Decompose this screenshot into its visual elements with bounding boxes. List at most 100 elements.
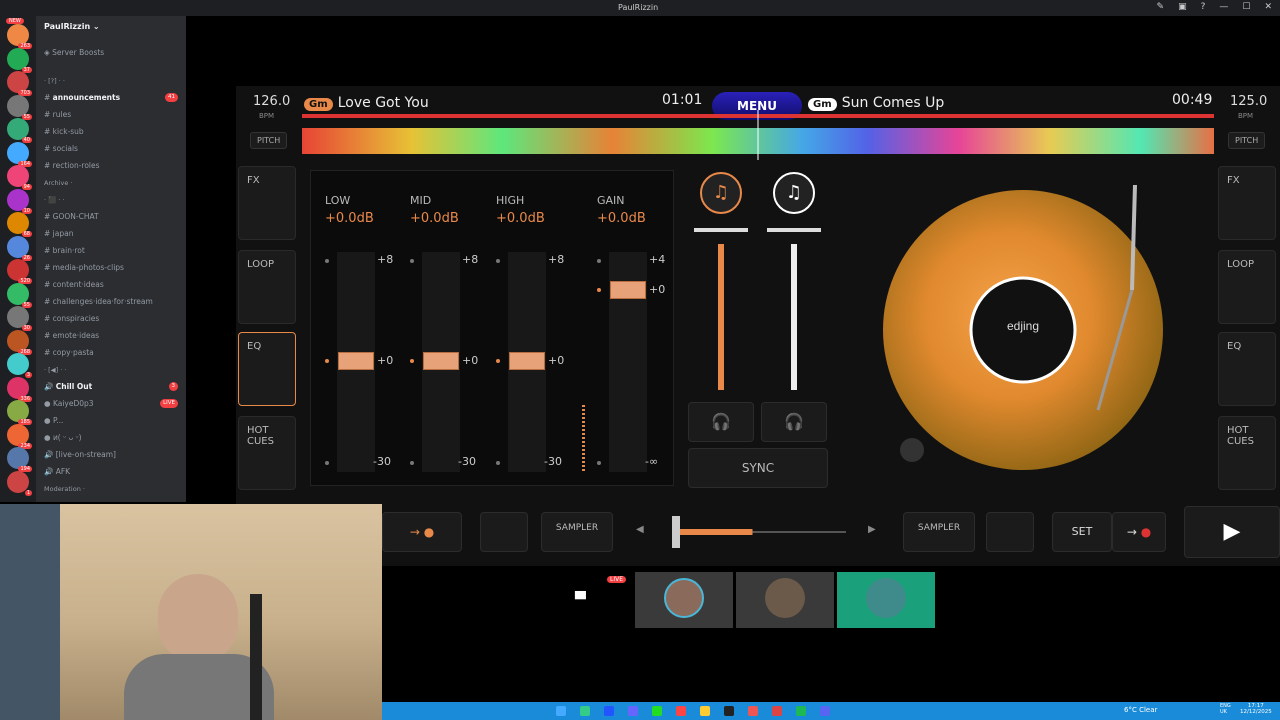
channel-item[interactable]: # socials [44, 142, 78, 156]
right-deck-music-icon[interactable]: ♫ [773, 172, 815, 214]
channel-item[interactable]: # kick-sub [44, 125, 84, 139]
eq-gain-knob[interactable] [610, 281, 646, 299]
server-icon[interactable]: 336 [7, 376, 32, 402]
server-icon[interactable]: 520 [7, 259, 32, 284]
channel-item[interactable]: # japan [44, 227, 73, 241]
right-blank-pad[interactable] [986, 512, 1034, 552]
turntable[interactable]: edjing [880, 170, 1180, 470]
left-fx-button[interactable]: FX [238, 166, 296, 240]
channel-item[interactable]: 🔊 Chill Out [44, 380, 92, 394]
play-button[interactable]: ▶ [1184, 506, 1280, 558]
server-icon[interactable]: 26 [7, 235, 32, 261]
server-icon[interactable]: 40 [7, 118, 32, 143]
left-hot-cues-button[interactable]: HOT CUES [238, 416, 296, 490]
weather[interactable]: 6°C Clear [1124, 706, 1157, 714]
app-icon[interactable] [652, 706, 662, 716]
voice-user[interactable]: ● P... [44, 414, 63, 428]
channel-item[interactable]: # content·ideas [44, 278, 104, 292]
pin-icon[interactable]: ✎ [1157, 2, 1165, 12]
server-boosts[interactable]: ◈ Server Boosts [44, 46, 104, 60]
right-eq-button[interactable]: EQ [1218, 332, 1276, 406]
crossfader[interactable] [666, 512, 856, 552]
server-icon[interactable]: 30 [7, 306, 32, 331]
server-icon[interactable]: 1 [7, 470, 32, 496]
left-pitch-button[interactable]: PITCH [250, 132, 288, 149]
channel-item[interactable]: # conspiracies [44, 312, 99, 326]
participant-tile-3[interactable] [837, 572, 935, 628]
channel-category[interactable]: · [?] · · [44, 74, 65, 88]
voice-user[interactable]: ● ᴎ( ᵕ ᴗ ᵕ) [44, 431, 82, 445]
screen-share-tile[interactable]: ▀ LIVE [533, 572, 631, 628]
minimize-button[interactable]: — [1219, 2, 1228, 12]
folder-icon[interactable] [700, 706, 710, 716]
left-blank-pad[interactable] [480, 512, 528, 552]
app-icon[interactable] [724, 706, 734, 716]
server-icon[interactable]: 68 [7, 212, 32, 237]
server-icon[interactable]: 703 [7, 71, 32, 96]
crossfader-right-arrow-icon[interactable]: ▶ [868, 524, 876, 535]
eq-high-knob[interactable] [509, 352, 545, 370]
edge-icon[interactable] [580, 706, 590, 716]
inbox-icon[interactable]: ▣ [1178, 2, 1187, 12]
right-pitch-button[interactable]: PITCH [1228, 132, 1266, 149]
set-button[interactable]: SET [1052, 512, 1112, 552]
channel-category[interactable]: Moderation · [44, 482, 85, 496]
right-hotcue-arrow-button[interactable]: → ● [1112, 512, 1166, 552]
right-sampler-button[interactable]: SAMPLER [903, 512, 975, 552]
guild-name[interactable]: PaulRizzin ⌄ [44, 22, 100, 31]
left-volume-handle[interactable] [694, 228, 748, 232]
crossfader-left-arrow-icon[interactable]: ◀ [636, 524, 644, 535]
maximize-button[interactable]: ☐ [1242, 2, 1250, 12]
server-icon[interactable]: 94 [7, 165, 32, 190]
channel-item[interactable]: # challenges·idea·for·stream [44, 295, 153, 309]
channel-item[interactable]: # emote·ideas [44, 329, 99, 343]
chrome-icon[interactable] [676, 706, 686, 716]
steam-icon[interactable] [604, 706, 614, 716]
right-fx-button[interactable]: FX [1218, 166, 1276, 240]
channel-item[interactable]: # rules [44, 108, 71, 122]
right-loop-button[interactable]: LOOP [1218, 250, 1276, 324]
server-icon[interactable]: 194 [7, 447, 32, 472]
server-icon[interactable]: 55 [7, 94, 32, 120]
channel-item[interactable]: # GOON-CHAT [44, 210, 99, 224]
left-loop-button[interactable]: LOOP [238, 250, 296, 324]
clock[interactable]: 17:17 12/12/2025 [1240, 703, 1272, 715]
channel-item[interactable]: 🔊 [live-on-stream] [44, 448, 116, 462]
left-sampler-button[interactable]: SAMPLER [541, 512, 613, 552]
channel-item[interactable]: # copy·pasta [44, 346, 94, 360]
left-headphones-button[interactable]: 🎧 [688, 402, 754, 442]
left-eq-button[interactable]: EQ [238, 332, 296, 406]
app-icon[interactable] [628, 706, 638, 716]
server-icon[interactable]: 234 [7, 423, 32, 449]
server-icon[interactable]: 263 [7, 24, 32, 49]
channel-item[interactable]: # rection-roles [44, 159, 100, 173]
right-volume-handle[interactable] [767, 228, 821, 232]
server-icon[interactable]: 268 [7, 329, 32, 355]
spotify-icon[interactable] [796, 706, 806, 716]
channel-category[interactable]: · ⬛ · · [44, 193, 65, 207]
eq-low-knob[interactable] [338, 352, 374, 370]
channel-item[interactable]: # media-photos-clips [44, 261, 124, 275]
left-deck-music-icon[interactable]: ♫ [700, 172, 742, 214]
right-volume-fader[interactable] [791, 244, 797, 390]
server-icon[interactable]: 185 [7, 400, 32, 425]
right-hot-cues-button[interactable]: HOT CUES [1218, 416, 1276, 490]
channel-item[interactable]: 🔊 AFK [44, 465, 70, 479]
voice-user[interactable]: ● KaiyeD0p3 [44, 397, 94, 411]
sync-button[interactable]: SYNC [688, 448, 828, 488]
left-set-hotcue-button[interactable]: → ● [382, 512, 462, 552]
language[interactable]: ENG UK [1220, 703, 1236, 715]
channel-item[interactable]: # brain·rot [44, 244, 85, 258]
app-icon[interactable] [748, 706, 758, 716]
server-icon[interactable]: 10 [7, 188, 32, 214]
app-icon[interactable] [772, 706, 782, 716]
server-icon[interactable]: 164 [7, 141, 32, 167]
windows-start-icon[interactable] [556, 706, 566, 716]
waveform-overview[interactable] [302, 110, 1214, 160]
server-icon[interactable]: 55 [7, 282, 32, 308]
right-headphones-button[interactable]: 🎧 [761, 402, 827, 442]
channel-item[interactable]: # announcements [44, 91, 120, 105]
server-icon[interactable]: 37 [7, 47, 32, 73]
participant-tile-1[interactable] [635, 572, 733, 628]
eq-mid-knob[interactable] [423, 352, 459, 370]
